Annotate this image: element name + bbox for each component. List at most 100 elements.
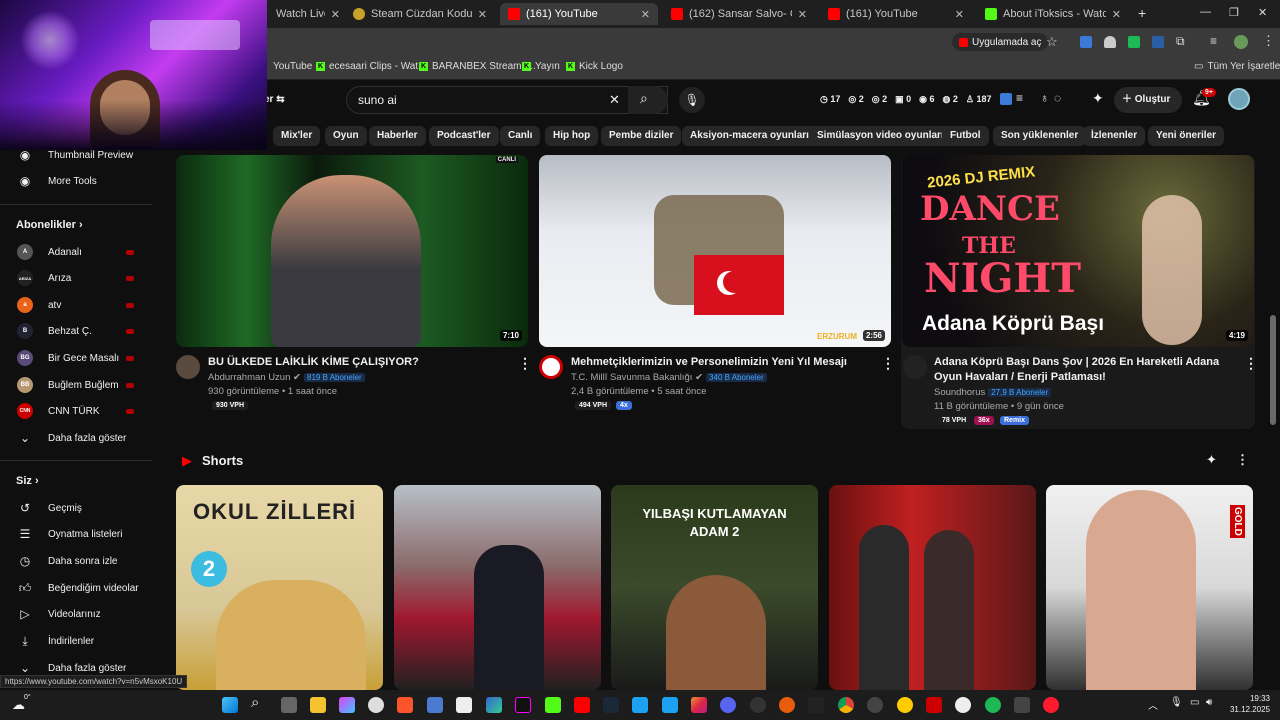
gemini-icon[interactable]: ✦ [1092,90,1104,107]
profile-avatar[interactable] [1234,35,1248,49]
bulb-icon[interactable]: ♁ [1040,91,1049,105]
sidebar-show-more[interactable]: ⌄ Daha fazla göster [0,426,154,450]
sidebar-item-more-tools[interactable]: ◉ More Tools [0,169,154,193]
sidebar-item-playlists[interactable]: ☰ Oynatma listeleri [0,522,154,546]
sidebar-sub-item[interactable]: ARIZA Arıza [0,266,154,290]
chip[interactable]: Yeni öneriler [1148,126,1225,146]
browser-tab[interactable]: (161) YouTube ✕ [820,3,972,25]
new-tab-button[interactable]: + [1138,5,1146,21]
chip[interactable]: Futbol [942,126,989,146]
short-card[interactable]: OKUL ZİLLERİ 2 [176,485,383,690]
epic-games-icon[interactable] [808,697,824,713]
browser-tab[interactable]: (162) Sansar Salvo- Çakmak Ya ✕ [663,3,815,25]
reading-list-icon[interactable]: ≡ [1210,34,1217,48]
chip[interactable]: Simülasyon video oyunları [809,126,952,146]
bookmark-item[interactable]: K Yayın [522,61,560,72]
chip[interactable]: Pembe diziler [601,126,682,146]
video-thumbnail[interactable]: CANLI 7:10 [176,155,528,347]
bookmark-item[interactable]: Kecesaari Clips - Wat... [316,61,426,72]
close-icon[interactable]: ✕ [478,8,487,21]
extension-icon[interactable] [1080,36,1092,48]
browser-tab[interactable]: Steam Cüzdan Kodu Satın Al - ✕ [345,3,495,25]
channel-avatar[interactable] [539,355,563,379]
instagram-icon[interactable] [691,697,707,713]
speed-icon[interactable] [750,697,766,713]
close-icon[interactable]: ✕ [331,8,340,21]
extension-icon[interactable] [1128,36,1140,48]
more-options-icon[interactable]: ⋮ [518,355,532,372]
sidebar-item-watch-later[interactable]: ◷ Daha sonra izle [0,549,154,573]
star-icon[interactable]: ☆ [1046,34,1058,50]
app-icon[interactable] [456,697,472,713]
opera-icon[interactable] [1043,697,1059,713]
chrome-icon[interactable] [838,697,854,713]
bookmark-item[interactable]: K BARANBEX Stream -... [419,61,536,72]
app-icon[interactable] [1014,697,1030,713]
sidebar-sub-item[interactable]: a atv [0,293,154,317]
edge-icon[interactable] [486,697,502,713]
short-card[interactable]: GOLD [1046,485,1253,690]
bookmark-item[interactable]: K Kick Logo [566,61,623,72]
short-card[interactable] [394,485,601,690]
close-icon[interactable]: ✕ [798,8,807,21]
all-bookmarks-button[interactable]: ▭ Tüm Yer İşaretleri [1194,61,1280,72]
sidebar-item-liked[interactable]: 👍︎ Beğendiğim videolar [0,576,154,600]
chip[interactable]: Haberler [369,126,426,146]
short-card[interactable]: YILBAŞI KUTLAMAYAN ADAM 2 [611,485,818,690]
menu-icon[interactable]: ⋮ [1262,33,1275,49]
open-in-app-button[interactable]: Uygulamada aç [952,33,1049,51]
kick-icon[interactable] [545,697,561,713]
chip[interactable]: Podcast'ler [429,126,499,146]
app-icon[interactable] [926,697,942,713]
network-icon[interactable]: ▭ [1190,697,1199,708]
video-title[interactable]: BU ÜLKEDE LAİKLİK KİME ÇALIŞIYOR? [208,355,508,370]
extension-icon[interactable] [1152,36,1164,48]
mic-button[interactable]: 🎙 [679,87,705,113]
browser-tab[interactable]: About iToksics - Watch Live on ✕ [977,3,1129,25]
subscriptions-header[interactable]: Abonelikler › [16,219,83,231]
sidebar-item-downloads[interactable]: ⤓ İndirilenler [0,629,154,653]
chevron-up-icon[interactable]: ︿ [1148,697,1158,712]
bookmark-item[interactable]: YouTube [273,61,312,72]
search-icon[interactable]: ⌕ [251,694,259,711]
channel-name[interactable]: Abdurrahman Uzun ✔ 819 B Aboneler [208,372,365,383]
minimize-icon[interactable]: — [1200,6,1211,18]
yandex-icon[interactable] [955,697,971,713]
browser-tab-active[interactable]: (161) YouTube ✕ [500,3,658,25]
list-icon[interactable]: ≡ [1016,91,1023,105]
channel-name[interactable]: Soundhorus 27,9 B Aboneler [934,387,1052,398]
twitter-icon[interactable] [632,697,648,713]
clear-search-icon[interactable]: ✕ [609,92,620,108]
video-thumbnail[interactable]: ERZURUM 2:56 [539,155,891,347]
puzzle-icon[interactable]: ⧉ [1176,34,1185,49]
youtube-icon[interactable] [574,697,590,713]
sidebar-sub-item[interactable]: A Adanalı [0,240,154,264]
extension-icon[interactable] [1000,93,1012,105]
sidebar-item-your-videos[interactable]: ▷ Videolarınız [0,602,154,626]
sidebar-sub-item[interactable]: BB Buğlem Buğlem [0,373,154,397]
more-options-icon[interactable]: ⋮ [881,355,895,372]
filter-label[interactable]: er ⇆ [264,94,285,105]
sidebar-sub-item[interactable]: B Behzat Ç. [0,319,154,343]
windows-start-icon[interactable] [222,697,238,713]
app-icon[interactable] [867,697,883,713]
chat-icon[interactable]: ◌ [1054,91,1061,105]
create-button[interactable]: ＋ Oluştur [1114,87,1182,113]
video-title[interactable]: Adana Köprü Başı Dans Şov | 2026 En Hare… [934,355,1234,385]
chip[interactable]: Canlı [500,126,541,146]
close-icon[interactable]: ✕ [1112,8,1121,21]
task-view-icon[interactable] [281,697,297,713]
tiktok-icon[interactable] [515,697,531,713]
brave-icon[interactable] [397,697,413,713]
search-input[interactable]: suno ai ✕ [346,86,668,114]
chip[interactable]: Son yüklenenler [993,126,1087,146]
channel-name[interactable]: T.C. Millî Savunma Bakanlığı ✔ 340 B Abon… [571,372,767,383]
browser-tab[interactable]: Watch Live on ✕ [268,3,348,25]
channel-avatar[interactable] [903,355,927,379]
mic-icon[interactable]: 🎙 [1170,697,1183,708]
you-header[interactable]: Siz › [16,475,39,487]
steam-icon[interactable] [603,697,619,713]
discord-icon[interactable] [720,697,736,713]
video-thumbnail[interactable]: 2026 DJ REMIX DANCE THE NIGHT Adana Köpr… [902,155,1254,347]
short-card[interactable] [829,485,1036,690]
